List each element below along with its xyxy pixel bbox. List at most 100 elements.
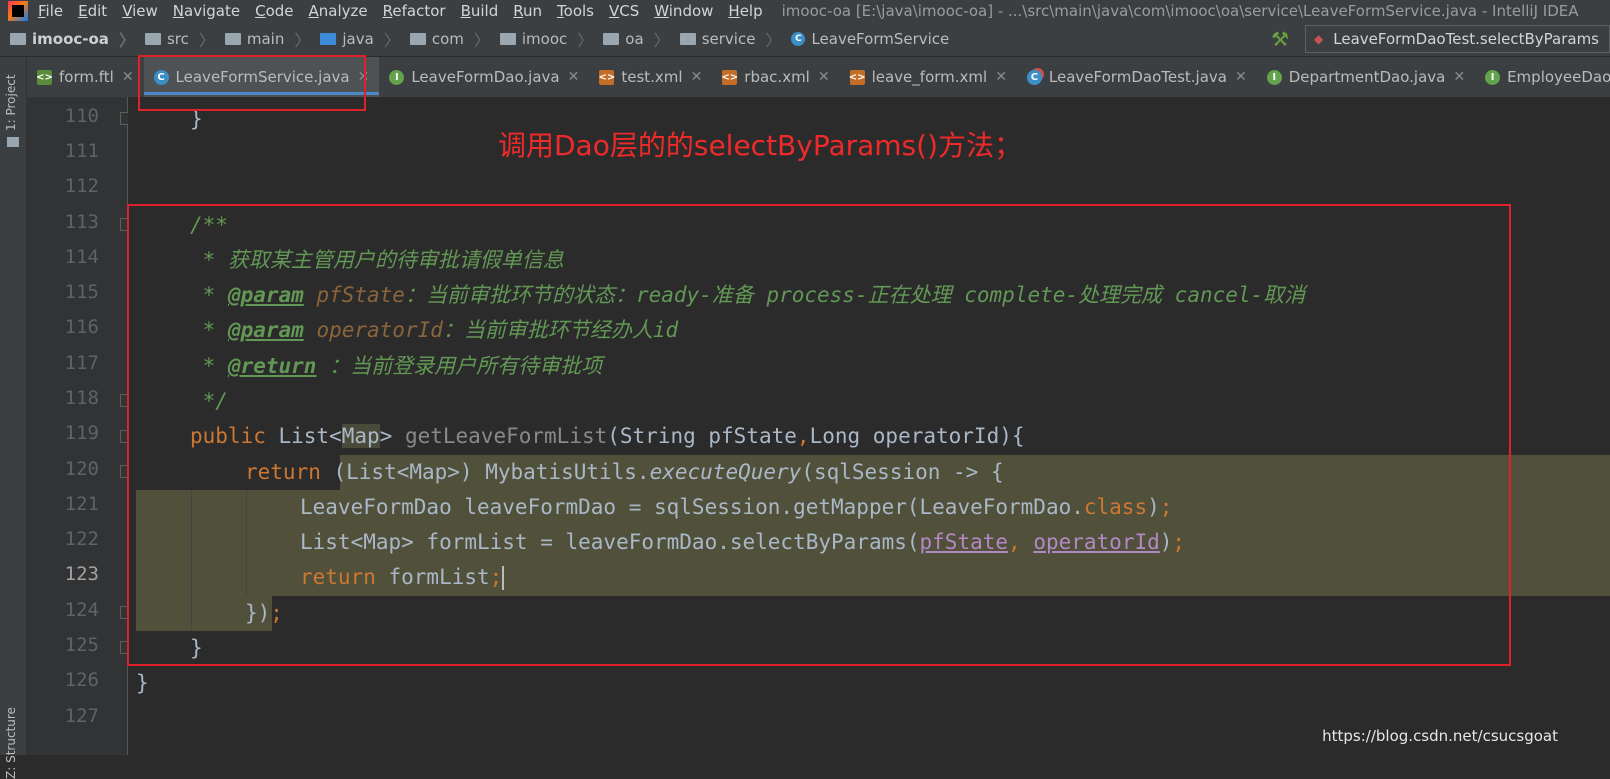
breadcrumb-label: imooc-oa <box>32 30 109 48</box>
breadcrumb-src[interactable]: src 〉 <box>135 27 215 51</box>
tab-employeedao-java[interactable]: I EmployeeDao.java <box>1475 57 1610 97</box>
close-icon[interactable]: ✕ <box>995 69 1007 85</box>
xml-file-icon: <> <box>721 69 739 85</box>
breadcrumb-label: service <box>701 30 756 48</box>
project-folder-icon <box>7 137 19 147</box>
breadcrumb-label: LeaveFormService <box>811 30 950 48</box>
source-folder-icon <box>320 33 337 45</box>
breadcrumb-java[interactable]: java 〉 <box>310 27 400 51</box>
line-number-current: 123 <box>64 563 99 585</box>
tab-test-xml[interactable]: <> test.xml ✕ <box>589 57 712 97</box>
interface-icon: I <box>1266 69 1282 85</box>
tab-departmentdao-java[interactable]: I DepartmentDao.java ✕ <box>1257 57 1475 97</box>
tab-label: form.ftl <box>59 68 114 86</box>
menu-run[interactable]: Run <box>513 2 542 20</box>
method-highlight-box <box>127 204 1511 666</box>
tab-label: test.xml <box>621 68 683 86</box>
line-number: 113 <box>64 211 99 233</box>
tab-label: EmployeeDao.java <box>1507 68 1610 86</box>
breadcrumb-label: src <box>166 30 189 48</box>
breadcrumb-label: main <box>246 30 285 48</box>
chevron-right-icon: 〉 <box>765 31 782 50</box>
structure-tool-window-button[interactable]: Z: Structure <box>4 707 18 779</box>
close-icon[interactable]: ✕ <box>691 69 703 85</box>
close-icon[interactable]: ✕ <box>1453 69 1465 85</box>
run-config-label: LeaveFormDaoTest.selectByParams <box>1333 30 1599 48</box>
project-folder-icon <box>10 33 26 45</box>
line-number: 116 <box>64 316 99 338</box>
code-text: } <box>136 671 149 695</box>
tab-leave-form-xml[interactable]: <> leave_form.xml ✕ <box>840 57 1017 97</box>
close-icon[interactable]: ✕ <box>1235 69 1247 85</box>
menu-refactor[interactable]: Refactor <box>383 2 446 20</box>
close-icon[interactable]: ✕ <box>568 69 580 85</box>
editor-gutter[interactable]: 110 111 112 113 114 115 116 117 118 119 … <box>27 97 128 755</box>
line-number: 124 <box>64 599 99 621</box>
menu-vcs[interactable]: VCS <box>609 2 639 20</box>
menu-code[interactable]: Code <box>255 2 293 20</box>
tab-highlight-box <box>138 55 366 111</box>
menu-build[interactable]: Build <box>461 2 499 20</box>
chevron-right-icon: 〉 <box>294 31 311 50</box>
breadcrumb-class[interactable]: C LeaveFormService <box>781 30 949 48</box>
breadcrumb-service[interactable]: service 〉 <box>670 27 782 51</box>
menu-help[interactable]: Help <box>728 2 762 20</box>
tab-leaveformdaotest-java[interactable]: C LeaveFormDaoTest.java ✕ <box>1017 57 1257 97</box>
breadcrumb-com[interactable]: com 〉 <box>400 27 490 51</box>
package-icon <box>679 33 696 45</box>
chevron-right-icon: 〉 <box>473 31 490 50</box>
test-config-icon: ◆ <box>1314 32 1324 46</box>
line-number: 126 <box>64 669 99 691</box>
watermark: https://blog.csdn.net/csucsgoat <box>1322 727 1558 745</box>
run-configuration-selector[interactable]: ◆ LeaveFormDaoTest.selectByParams <box>1305 25 1610 53</box>
tab-leaveformdao-java[interactable]: I LeaveFormDao.java ✕ <box>379 57 589 97</box>
menu-window[interactable]: Window <box>654 2 713 20</box>
line-number: 127 <box>64 705 99 727</box>
line-number: 120 <box>64 458 99 480</box>
menu-view[interactable]: View <box>122 2 158 20</box>
breadcrumb-imooc[interactable]: imooc 〉 <box>490 27 593 51</box>
line-number: 115 <box>64 281 99 303</box>
menu-bar: File Edit View Navigate Code Analyze Ref… <box>0 0 1610 22</box>
close-icon[interactable]: ✕ <box>818 69 830 85</box>
annotation-text: 调用Dao层的的selectByParams()方法； <box>498 129 1022 162</box>
breadcrumb-label: java <box>342 30 374 48</box>
line-number: 122 <box>64 528 99 550</box>
line-number: 121 <box>64 493 99 515</box>
close-icon[interactable]: ✕ <box>122 69 134 85</box>
interface-icon: I <box>389 69 405 85</box>
xml-file-icon: <> <box>848 69 866 85</box>
tab-label: leave_form.xml <box>871 68 988 86</box>
navigation-bar: imooc-oa 〉 src 〉 main 〉 java 〉 com 〉 imo… <box>0 22 1610 57</box>
line-number: 110 <box>64 105 99 127</box>
chevron-right-icon: 〉 <box>383 31 400 50</box>
tab-rbac-xml[interactable]: <> rbac.xml ✕ <box>712 57 839 97</box>
build-hammer-icon[interactable]: ⚒ <box>1271 27 1289 51</box>
window-title: imooc-oa [E:\java\imooc-oa] - ...\src\ma… <box>781 2 1579 20</box>
package-icon <box>603 33 620 45</box>
breadcrumb-oa[interactable]: oa 〉 <box>593 27 670 51</box>
class-icon: C <box>791 32 806 46</box>
breadcrumb-label: imooc <box>521 30 568 48</box>
tab-label: DepartmentDao.java <box>1288 68 1446 86</box>
breadcrumb-label: com <box>431 30 464 48</box>
folder-icon <box>144 33 161 45</box>
breadcrumb-project[interactable]: imooc-oa 〉 <box>0 27 135 51</box>
chevron-right-icon: 〉 <box>118 31 135 50</box>
project-tool-window-button[interactable]: 1: Project <box>4 74 18 131</box>
menu-analyze[interactable]: Analyze <box>309 2 368 20</box>
line-number: 118 <box>64 387 99 409</box>
line-number: 114 <box>64 246 99 268</box>
line-number: 119 <box>64 422 99 444</box>
menu-edit[interactable]: Edit <box>78 2 107 20</box>
menu-navigate[interactable]: Navigate <box>173 2 240 20</box>
line-number: 125 <box>64 634 99 656</box>
line-number: 111 <box>64 140 99 162</box>
code-line-126: } <box>136 666 149 701</box>
chevron-right-icon: 〉 <box>198 31 215 50</box>
tab-form-ftl[interactable]: <> form.ftl ✕ <box>27 57 144 97</box>
ftl-file-icon: <> <box>36 69 53 85</box>
menu-file[interactable]: File <box>38 2 63 20</box>
menu-tools[interactable]: Tools <box>557 2 594 20</box>
breadcrumb-main[interactable]: main 〉 <box>215 27 311 51</box>
